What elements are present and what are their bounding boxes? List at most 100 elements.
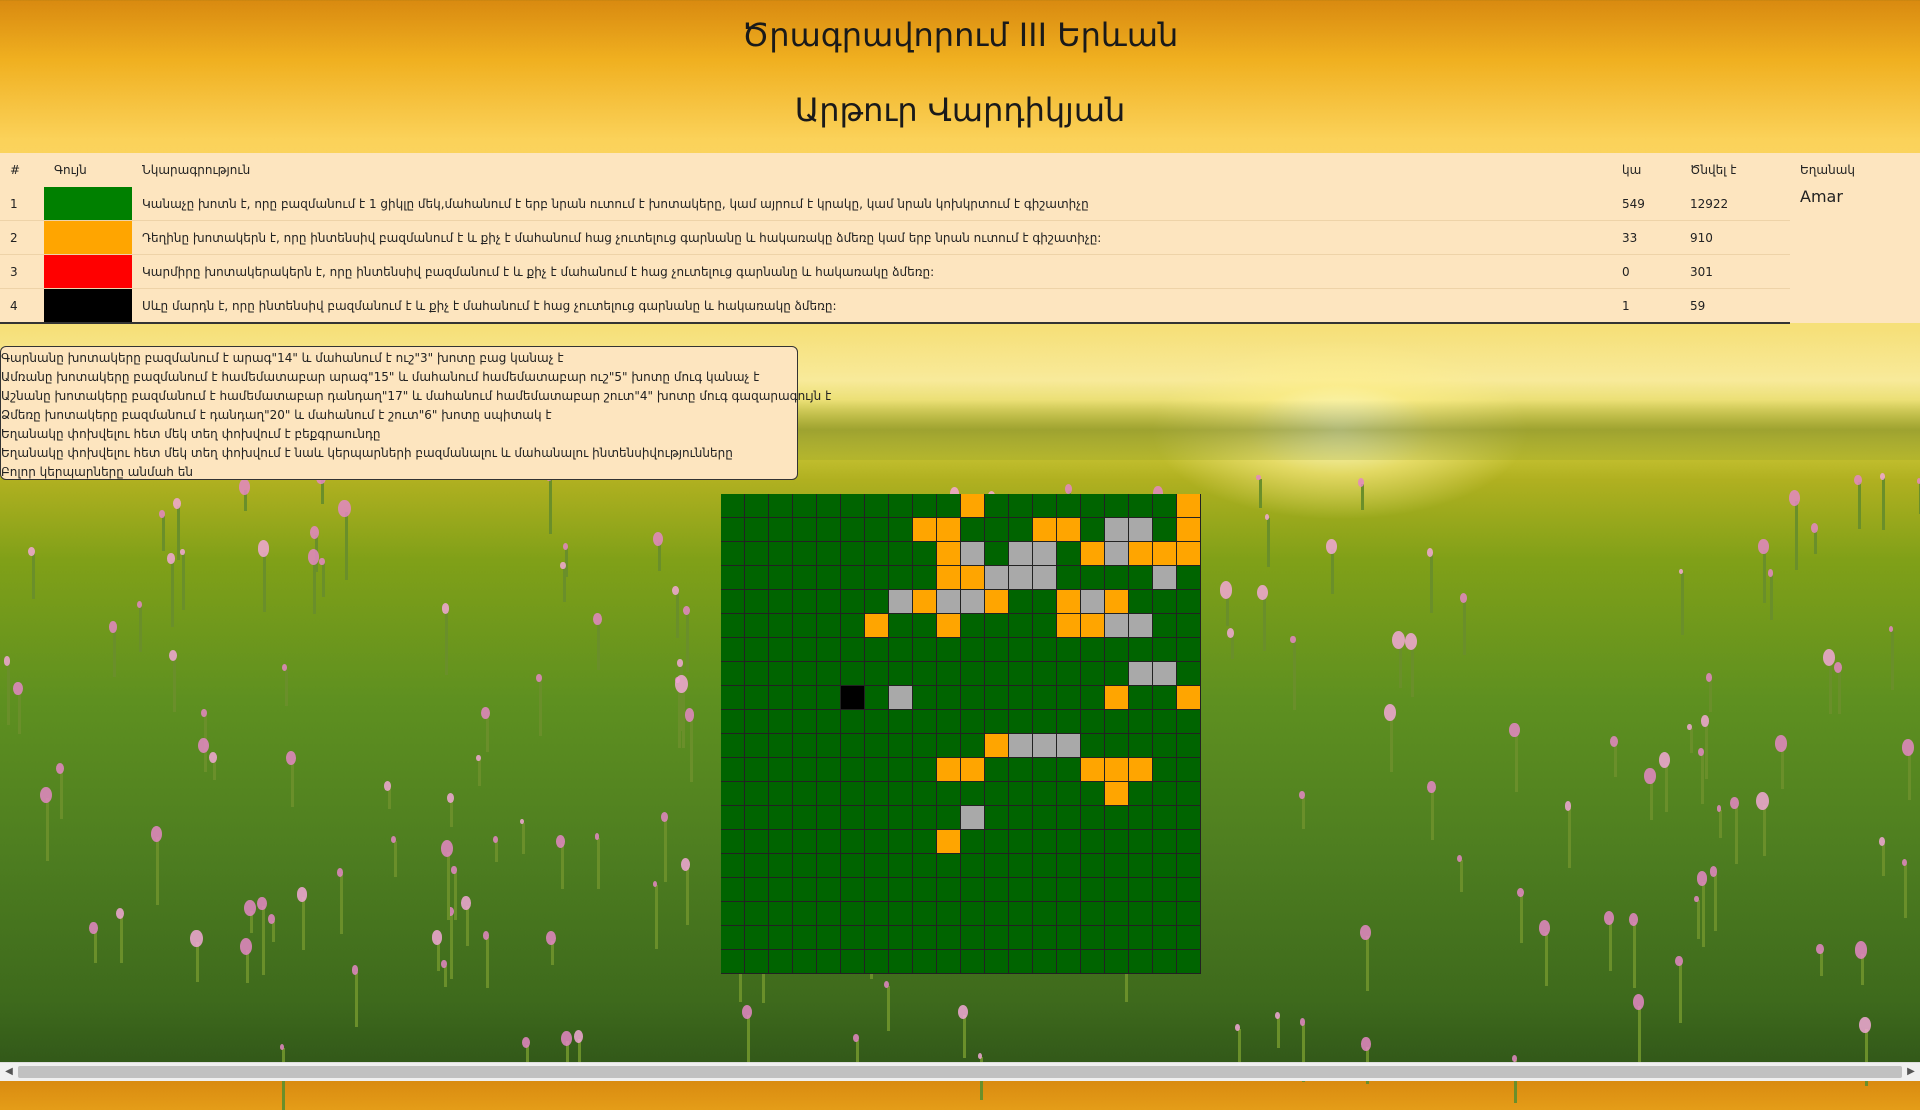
grid-cell	[1177, 854, 1201, 878]
grid-cell	[793, 494, 817, 518]
grid-cell	[1129, 854, 1153, 878]
grid-cell	[841, 950, 865, 974]
flower-stem	[563, 567, 567, 603]
flower-stem	[1608, 921, 1612, 971]
grid-cell	[913, 950, 937, 974]
flower-stem	[261, 906, 265, 975]
grid-cell	[1057, 782, 1081, 806]
grid-cell	[1177, 806, 1201, 830]
grid-cell	[817, 662, 841, 686]
flower-stem	[1463, 600, 1467, 656]
grid-cell	[1129, 806, 1153, 830]
flower-stem	[454, 871, 458, 920]
grid-cell	[721, 614, 745, 638]
grid-cell	[721, 830, 745, 854]
grid-cell	[1177, 662, 1201, 686]
flower-stem	[1567, 807, 1571, 869]
grid-cell	[1057, 854, 1081, 878]
grid-cell	[913, 758, 937, 782]
grid-cell	[1033, 926, 1057, 950]
grid-cell	[1009, 566, 1033, 590]
flower-blossom	[1678, 568, 1683, 575]
flower-stem	[560, 844, 564, 889]
grid-cell	[793, 590, 817, 614]
flower-stem	[1890, 630, 1894, 690]
grid-cell	[1129, 878, 1153, 902]
grid-cell	[1129, 734, 1153, 758]
grid-cell	[1177, 710, 1201, 734]
flower-stem	[246, 950, 250, 984]
grid-cell	[1057, 662, 1081, 686]
flower-blossom	[1854, 941, 1868, 959]
grid-cell	[961, 926, 985, 950]
grid-cell	[1009, 494, 1033, 518]
grid-cell	[985, 950, 1009, 974]
grid-cell	[1129, 758, 1153, 782]
grid-cell	[1129, 686, 1153, 710]
color-swatch-cell	[44, 187, 132, 221]
grid-cell	[1177, 734, 1201, 758]
flower-stem	[354, 972, 358, 1028]
flower-blossom	[1879, 473, 1885, 480]
table-row: 2 Դեղինը խոտակերն է, որը ինտենսիվ բազման…	[0, 220, 1920, 255]
scroll-left-icon[interactable]: ◀	[0, 1063, 18, 1081]
flower-blossom	[150, 825, 163, 842]
grid-cell	[1057, 806, 1081, 830]
grid-cell	[1105, 902, 1129, 926]
grid-cell	[1081, 518, 1105, 542]
flower-stem	[113, 629, 117, 677]
grid-cell	[1057, 902, 1081, 926]
grid-cell	[937, 542, 961, 566]
flower-stem	[31, 553, 35, 599]
grid-cell	[769, 494, 793, 518]
table-row: 1 Կանաչը խոտն է, որը բազմանում է 1 ցիկլը…	[0, 187, 1920, 323]
row-description: Դեղինը խոտակերն է, որը ինտենսիվ բազմանու…	[132, 220, 1612, 255]
horizontal-scrollbar[interactable]: ◀ ▶	[0, 1062, 1920, 1081]
note-line: Ձմեռը խոտակերը բազմանում է դանդաղ"20" և …	[1, 408, 552, 422]
grid-cell	[769, 566, 793, 590]
grid-cell	[1009, 542, 1033, 566]
flower-stem	[657, 542, 661, 571]
flower-blossom	[446, 792, 454, 803]
grid-cell	[745, 854, 769, 878]
grid-cell	[1033, 854, 1057, 878]
grid-cell	[1105, 614, 1129, 638]
grid-cell	[793, 782, 817, 806]
grid-cell	[865, 710, 889, 734]
scroll-right-icon[interactable]: ▶	[1902, 1063, 1920, 1081]
grid-cell	[865, 494, 889, 518]
grid-cell	[721, 854, 745, 878]
grid-cell	[937, 926, 961, 950]
grid-cell	[793, 806, 817, 830]
note-line: Ամռանը խոտակերը բազմանում է համեմատաբար …	[1, 370, 760, 384]
grid-cell	[1081, 542, 1105, 566]
row-description: Սևը մարդն է, որը ինտենսիվ բազմանում է և …	[132, 288, 1612, 324]
grid-cell	[721, 782, 745, 806]
grid-cell	[769, 902, 793, 926]
grid-cell	[865, 590, 889, 614]
grid-cell	[841, 494, 865, 518]
grid-cell	[1129, 782, 1153, 806]
grid-cell	[1177, 494, 1201, 518]
grid-cell	[1129, 542, 1153, 566]
grid-cell	[1129, 926, 1153, 950]
flower-blossom	[682, 605, 690, 616]
grid-cell	[1153, 806, 1177, 830]
flower-blossom	[3, 656, 11, 666]
flower-stem	[1262, 595, 1266, 652]
column-header-exists: կա	[1612, 153, 1680, 187]
grid-cell	[1081, 854, 1105, 878]
grid-cell	[1057, 734, 1081, 758]
flower-blossom	[957, 1004, 968, 1019]
grid-cell	[985, 542, 1009, 566]
flower-stem	[436, 940, 440, 971]
flower-stem	[1638, 1005, 1642, 1065]
grid-cell	[913, 902, 937, 926]
grid-cell	[841, 566, 865, 590]
grid-cell	[913, 614, 937, 638]
grid-cell	[1009, 854, 1033, 878]
flower-blossom	[1325, 538, 1337, 554]
grid-cell	[1033, 806, 1057, 830]
scrollbar-thumb[interactable]	[18, 1066, 1902, 1078]
flower-blossom	[384, 781, 392, 791]
